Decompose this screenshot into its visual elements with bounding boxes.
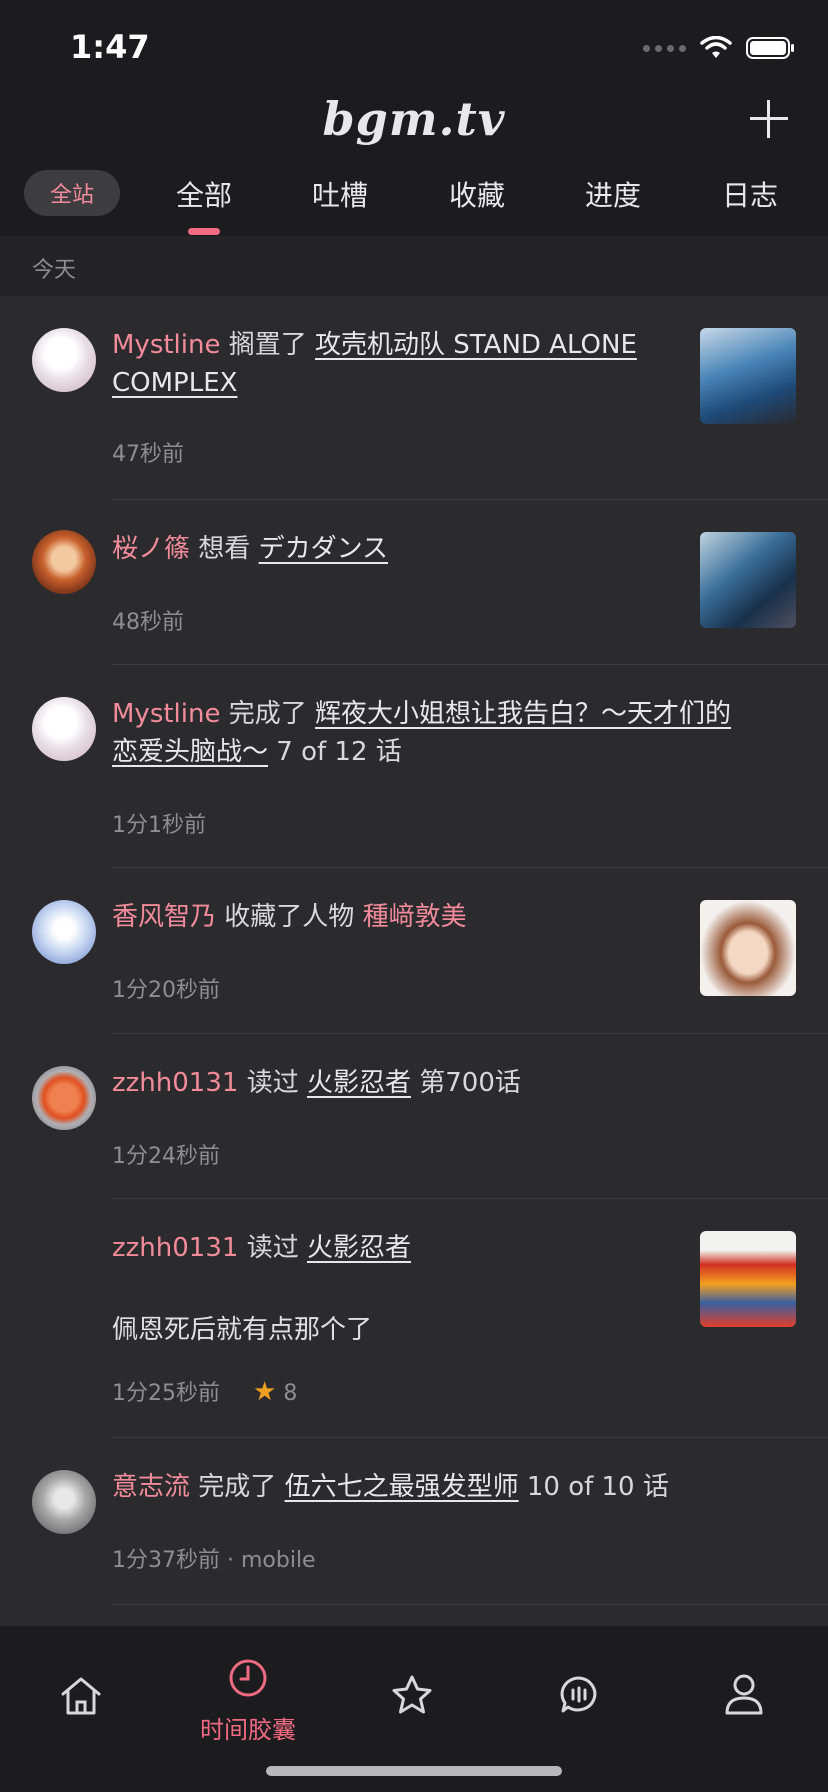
timeline-item[interactable]: 意志流 完成了 伍六七之最强发型师 10 of 10 话 1分37秒前 · mo… bbox=[0, 1438, 828, 1603]
clock-icon bbox=[229, 1659, 267, 1697]
timestamp: 1分20秒前 bbox=[112, 978, 220, 1003]
action-text: 搁置了 bbox=[228, 330, 307, 360]
home-indicator bbox=[266, 1766, 562, 1776]
timeline-text: Mystline 完成了 辉夜大小姐想让我告白？～天才们的 恋爱头脑战～ 7 o… bbox=[112, 695, 802, 771]
cover-image[interactable] bbox=[700, 1231, 796, 1327]
action-text: 完成了 bbox=[228, 699, 307, 729]
cellular-signal-icon bbox=[643, 44, 686, 52]
user-link[interactable]: Mystline bbox=[112, 699, 220, 729]
nav-timeline[interactable]: 时间胶囊 bbox=[188, 1658, 308, 1745]
chat-icon bbox=[560, 1676, 597, 1713]
nav-messages[interactable] bbox=[519, 1674, 639, 1720]
timestamp: 1分25秒前 bbox=[112, 1381, 220, 1406]
subject-link-cont[interactable]: COMPLEX bbox=[112, 368, 237, 398]
scope-filter-button[interactable]: 全站 bbox=[24, 170, 120, 216]
cover-image[interactable] bbox=[700, 328, 796, 424]
tab-progress[interactable]: 进度 bbox=[558, 174, 668, 214]
timestamp: 48秒前 bbox=[112, 610, 184, 635]
user-link[interactable]: 意志流 bbox=[112, 1472, 190, 1502]
subject-link[interactable]: デカダンス bbox=[259, 534, 388, 564]
active-tab-indicator bbox=[188, 228, 220, 235]
wifi-icon bbox=[700, 36, 732, 58]
timeline-text: zzhh0131 读过 火影忍者 第700话 bbox=[112, 1064, 802, 1102]
timeline-item[interactable]: 香风智乃 收藏了人物 種﨑敦美 1分20秒前 bbox=[0, 868, 828, 1034]
tab-collections[interactable]: 收藏 bbox=[422, 174, 532, 214]
status-time: 1:47 bbox=[70, 28, 150, 66]
subject-link[interactable]: 攻壳机动队 STAND ALONE bbox=[315, 330, 637, 360]
action-text: 读过 bbox=[246, 1068, 299, 1098]
avatar[interactable] bbox=[32, 1470, 96, 1534]
avatar[interactable] bbox=[32, 328, 96, 392]
progress-text: 7 of 12 话 bbox=[276, 737, 402, 767]
tab-blog[interactable]: 日志 bbox=[695, 174, 805, 214]
action-text: 收藏了人物 bbox=[224, 902, 355, 932]
user-link[interactable]: zzhh0131 bbox=[112, 1068, 238, 1098]
star-icon: ★ bbox=[253, 1377, 277, 1407]
character-photo[interactable] bbox=[700, 900, 796, 996]
timeline-text: zzhh0131 读过 火影忍者 bbox=[112, 1229, 672, 1267]
avatar[interactable] bbox=[32, 697, 96, 761]
user-link[interactable]: 香风智乃 bbox=[112, 902, 216, 932]
subject-link[interactable]: 火影忍者 bbox=[307, 1068, 411, 1098]
action-text: 完成了 bbox=[198, 1472, 277, 1502]
nav-profile[interactable] bbox=[684, 1672, 804, 1720]
timeline-item[interactable]: 桜ノ篠 想看 デカダンス 48秒前 bbox=[0, 500, 828, 665]
nav-timeline-label: 时间胶囊 bbox=[200, 1716, 296, 1744]
action-text: 读过 bbox=[246, 1233, 299, 1263]
timeline-text: 香风智乃 收藏了人物 種﨑敦美 bbox=[112, 898, 672, 936]
timeline-item[interactable]: Mystline 完成了 辉夜大小姐想让我告白？～天才们的 恋爱头脑战～ 7 o… bbox=[0, 665, 828, 868]
user-link[interactable]: Mystline bbox=[112, 330, 220, 360]
timestamp: 1分24秒前 bbox=[112, 1144, 220, 1169]
timeline-text: 意志流 完成了 伍六七之最强发型师 10 of 10 话 bbox=[112, 1468, 802, 1506]
subject-link[interactable]: 火影忍者 bbox=[307, 1233, 411, 1263]
timeline-item[interactable]: zzhh0131 读过 火影忍者 第700话 1分24秒前 bbox=[0, 1034, 828, 1199]
user-link[interactable]: 桜ノ篠 bbox=[112, 534, 190, 564]
comment-text: 佩恩死后就有点那个了 bbox=[112, 1315, 373, 1345]
avatar[interactable] bbox=[32, 900, 96, 964]
tab-all[interactable]: 全部 bbox=[149, 174, 259, 214]
character-link[interactable]: 種﨑敦美 bbox=[363, 902, 467, 932]
home-icon bbox=[61, 1677, 101, 1715]
top-header: 1:47 bgm.tv 全站 全部 吐槽 收藏 进度 日志 bbox=[0, 0, 828, 236]
action-text: 想看 bbox=[198, 534, 251, 564]
timestamp: 1分1秒前 bbox=[112, 813, 206, 838]
subject-link-cont[interactable]: 恋爱头脑战～ bbox=[112, 737, 268, 767]
rating-value: 8 bbox=[283, 1381, 298, 1406]
section-header: 今天 bbox=[0, 236, 828, 296]
battery-icon bbox=[746, 37, 794, 59]
user-link[interactable]: zzhh0131 bbox=[112, 1233, 238, 1263]
subject-link[interactable]: 辉夜大小姐想让我告白？～天才们的 bbox=[315, 699, 731, 729]
status-icons bbox=[643, 36, 796, 60]
avatar[interactable] bbox=[32, 1066, 96, 1130]
tab-comments[interactable]: 吐槽 bbox=[285, 174, 395, 214]
timestamp: 1分37秒前 · mobile bbox=[112, 1548, 316, 1573]
progress-text: 第700话 bbox=[419, 1068, 521, 1098]
app-logo: bgm.tv bbox=[322, 92, 506, 146]
avatar[interactable] bbox=[32, 530, 96, 594]
timeline-text: Mystline 搁置了 攻壳机动队 STAND ALONE COMPLEX bbox=[112, 326, 672, 402]
user-icon bbox=[725, 1674, 763, 1715]
timestamp: 47秒前 bbox=[112, 442, 184, 467]
timeline-item[interactable]: zzhh0131 读过 火影忍者 佩恩死后就有点那个了 1分25秒前 ★ 8 bbox=[0, 1199, 828, 1438]
star-outline-icon bbox=[392, 1675, 432, 1714]
progress-text: 10 of 10 话 bbox=[526, 1472, 669, 1502]
nav-favorites[interactable] bbox=[352, 1674, 472, 1720]
cover-image[interactable] bbox=[700, 532, 796, 628]
nav-home[interactable] bbox=[21, 1676, 141, 1720]
timestamp-row: 1分25秒前 ★ 8 bbox=[112, 1375, 297, 1407]
timeline-item[interactable]: Mystline 搁置了 攻壳机动队 STAND ALONE COMPLEX 4… bbox=[0, 296, 828, 500]
add-button[interactable] bbox=[750, 100, 788, 138]
timeline-text: 桜ノ篠 想看 デカダンス bbox=[112, 530, 672, 568]
subject-link[interactable]: 伍六七之最强发型师 bbox=[285, 1472, 519, 1502]
divider bbox=[112, 1604, 828, 1605]
